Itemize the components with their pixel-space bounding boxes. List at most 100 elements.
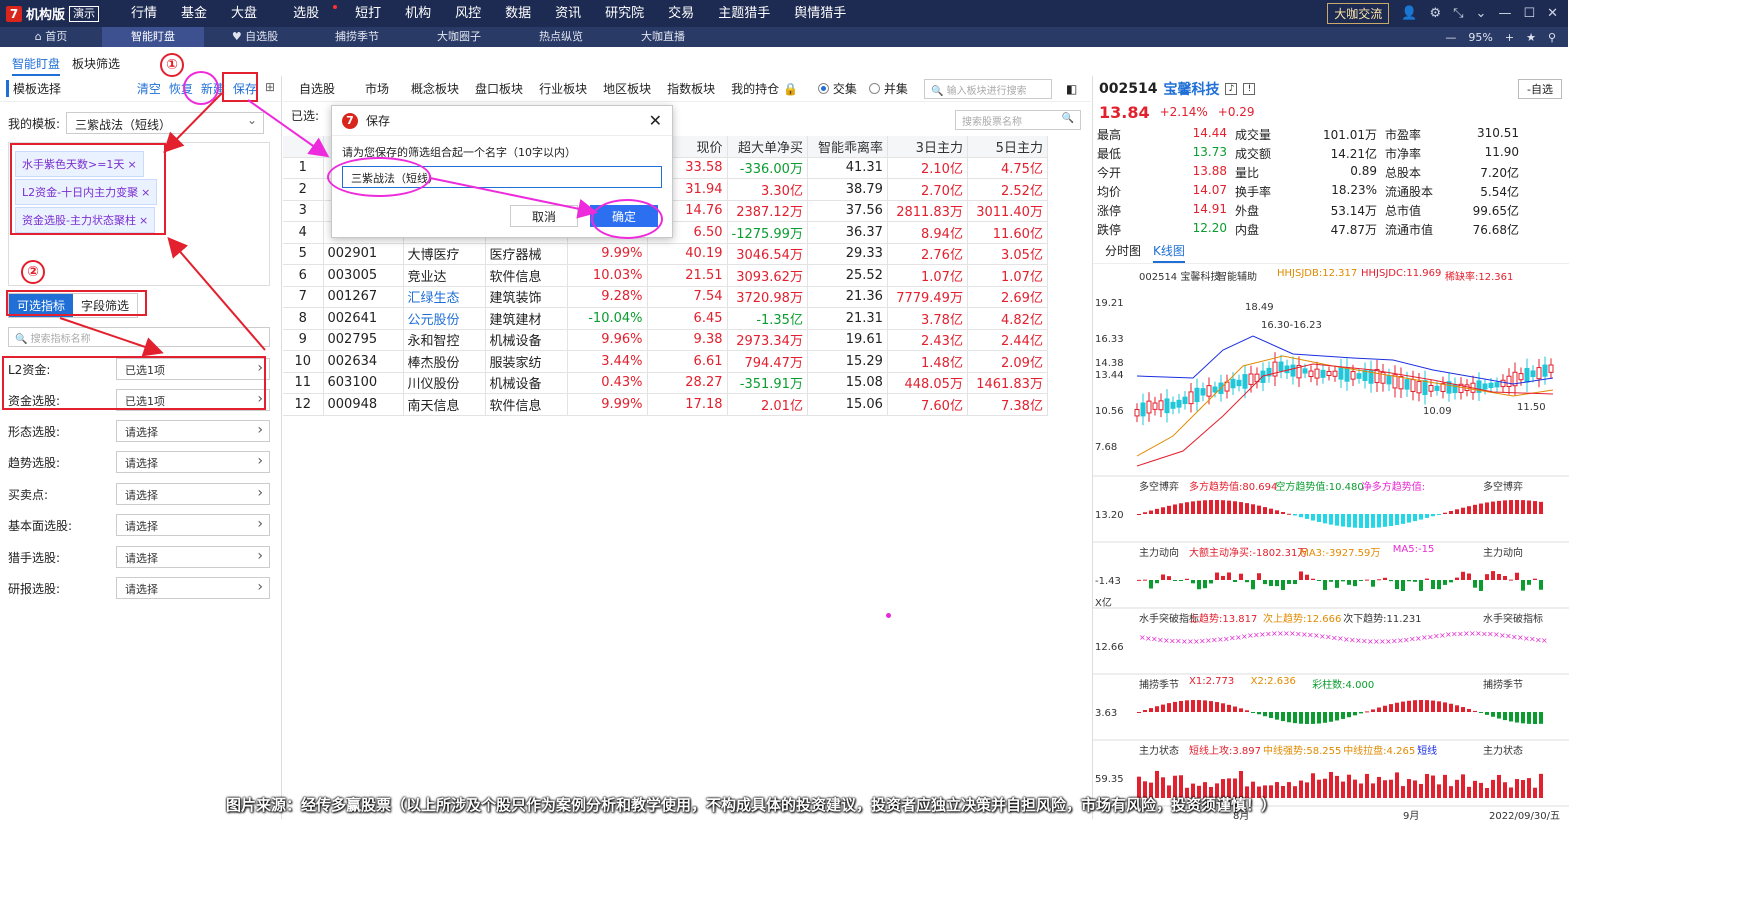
menu-item-xuangu[interactable]: 选股 (269, 0, 343, 27)
template-select[interactable]: 三紫战法（短线） (66, 112, 265, 134)
filter-select[interactable]: 请选择 (116, 420, 270, 442)
tab-handicap[interactable]: 盘口板块 (467, 80, 531, 97)
star-icon[interactable]: ★ (1526, 31, 1536, 44)
remove-icon[interactable]: × (127, 158, 136, 171)
table-row[interactable]: 10 002634 棒杰股份 服装家纺 3.44% 6.61 794.47万 15.29 1.4… (283, 350, 1048, 373)
template-name-input[interactable]: 三紫战法（短线） (342, 166, 662, 188)
info-icon[interactable]: ! (1243, 83, 1256, 95)
indicator-search-input[interactable]: 🔍 搜索指标名称 (8, 327, 270, 347)
confirm-button[interactable]: 确定 (590, 205, 658, 227)
col-header-bignet[interactable]: 超大单净买 (727, 136, 808, 158)
menu-item[interactable]: 交易 (656, 0, 706, 27)
tab-industry[interactable]: 行业板块 (531, 80, 595, 97)
condition-chip[interactable]: L2资金-十日内主力变聚 × (15, 179, 158, 205)
menu-item[interactable]: 短打 (343, 0, 393, 27)
tab-intraday[interactable]: 分时图 (1105, 242, 1141, 263)
chip-label: 水手紫色天数>=1天 (22, 158, 125, 171)
layout-toggle-icon[interactable]: ◧ (1066, 82, 1077, 96)
subtab-fishing-season[interactable]: 捕捞季节 (306, 27, 408, 47)
col-header-3d[interactable]: 3日主力 (887, 136, 968, 158)
cancel-button[interactable]: 取消 (510, 205, 578, 227)
condition-chip[interactable]: 水手紫色天数>=1天 × (15, 151, 144, 177)
zoom-in-icon[interactable]: + (1505, 31, 1514, 44)
tab-block-filter[interactable]: 板块筛选 (72, 54, 120, 76)
new-button[interactable]: 新建 (201, 80, 225, 97)
bell-icon[interactable]: ♪ (1225, 83, 1238, 95)
tab-concept[interactable]: 概念板块 (403, 80, 467, 97)
menu-item[interactable]: 主题猎手 (706, 0, 782, 27)
remove-icon[interactable]: × (139, 214, 148, 227)
table-row[interactable]: 12 000948 南天信息 软件信息 9.99% 17.18 2.01亿 15.06 7.60… (283, 393, 1048, 416)
tab-region[interactable]: 地区板块 (595, 80, 659, 97)
tab-available-indicators[interactable]: 可选指标 (9, 294, 74, 317)
chevron-down-icon[interactable]: ⌄ (1476, 6, 1487, 21)
menu-item[interactable]: 基金 (169, 0, 219, 27)
tab-market[interactable]: 市场 (357, 80, 397, 97)
tab-holdings[interactable]: 我的持仓 🔒 (723, 80, 806, 97)
menu-item[interactable]: 研究院 (593, 0, 656, 27)
menu-item[interactable]: 大盘 (219, 0, 269, 27)
menu-item[interactable]: 舆情猎手 (782, 0, 858, 27)
radio-union[interactable]: 并集 (868, 80, 908, 97)
clear-button[interactable]: 清空 (137, 80, 161, 97)
dk-exchange-button[interactable]: 大咖交流 (1327, 3, 1390, 24)
subtab-watchlist[interactable]: ♥ 自选股 (204, 27, 306, 47)
save-button[interactable]: 保存 (233, 80, 257, 97)
filter-select[interactable]: 请选择 (116, 451, 270, 473)
close-icon[interactable]: ✕ (1547, 6, 1558, 21)
shrink-icon[interactable]: ⤡ (1453, 6, 1463, 21)
minimize-icon[interactable]: — (1498, 6, 1511, 21)
indicator-bar (1251, 504, 1255, 514)
menu-item[interactable]: 行情 (119, 0, 169, 27)
subtab-dk-circle[interactable]: 大咖圈子 (408, 27, 510, 47)
filter-row-trend: 趋势选股: 请选择 (8, 450, 270, 474)
indicator-bar (1419, 783, 1423, 798)
tab-smart-monitor[interactable]: 智能盯盘 (12, 54, 61, 76)
tab-watchlist[interactable]: 自选股 (291, 80, 343, 97)
col-header-5d[interactable]: 5日主力 (967, 136, 1048, 158)
settings-icon[interactable]: ⚙ (1429, 6, 1441, 21)
menu-item[interactable]: 资讯 (543, 0, 593, 27)
indicator-bar (1353, 779, 1357, 798)
stock-search-input[interactable]: 搜索股票名称 🔍 (955, 110, 1081, 130)
maximize-icon[interactable]: ☐ (1523, 6, 1535, 21)
filter-select[interactable]: 请选择 (116, 577, 270, 599)
filter-select[interactable]: 请选择 (116, 483, 270, 505)
condition-chip[interactable]: 资金选股-主力状态聚柱 × (15, 207, 156, 233)
stock-name[interactable]: 宝馨科技 (1163, 79, 1219, 99)
filter-select[interactable]: 已选1项 (116, 389, 270, 411)
tab-index[interactable]: 指数板块 (659, 80, 723, 97)
table-row[interactable]: 9 002795 永和智控 机械设备 9.96% 9.38 2973.34万 19.61 2.4… (283, 329, 1048, 351)
table-row[interactable]: 7 001267 汇绿生态 建筑装饰 9.28% 7.54 3720.98万 21.36 777… (283, 286, 1048, 308)
remove-watchlist-button[interactable]: -自选 (1518, 79, 1562, 99)
export-icon[interactable]: ⊞ (265, 80, 275, 97)
restore-button[interactable]: 恢复 (169, 80, 193, 97)
table-row[interactable]: 11 603100 川仪股份 机械设备 0.43% 28.27 -351.91万 15.08 4… (283, 372, 1048, 394)
subtab-dk-live[interactable]: 大咖直播 (612, 27, 714, 47)
filter-select[interactable]: 请选择 (116, 546, 270, 568)
block-search-input[interactable]: 🔍 输入板块进行搜索 (923, 78, 1052, 99)
remove-icon[interactable]: × (141, 186, 150, 199)
tab-kline[interactable]: K线图 (1153, 242, 1185, 263)
filter-select[interactable]: 请选择 (116, 514, 270, 536)
tab-field-filter[interactable]: 字段筛选 (73, 294, 137, 317)
table-row[interactable]: 8 002641 公元股份 建筑建材 -10.04% 6.45 -1.35亿 21.31 3.7… (283, 307, 1048, 330)
user-icon[interactable]: 👤 (1401, 6, 1417, 21)
zoom-out-icon[interactable]: — (1445, 31, 1456, 44)
menu-item[interactable]: 机构 (393, 0, 443, 27)
menu-item[interactable]: 风控 (443, 0, 493, 27)
radio-intersection[interactable]: 交集 (817, 80, 857, 97)
subtab-home[interactable]: ⌂ 首页 (0, 27, 102, 47)
col-header-bias[interactable]: 智能乖离率 (807, 136, 888, 158)
table-row[interactable]: 5 002901 大博医疗 医疗器械 9.99% 40.19 3046.54万 29.33 2.… (283, 243, 1048, 265)
candle-body (1386, 375, 1392, 385)
subtab-hot-overview[interactable]: 热点纵览 (510, 27, 612, 47)
close-icon[interactable]: ✕ (649, 111, 662, 130)
row-index: 3 (283, 200, 324, 222)
pin-icon[interactable]: ⚲ (1548, 31, 1556, 44)
menu-item[interactable]: 数据 (493, 0, 543, 27)
subtab-smart-monitor[interactable]: 智能盯盘 (102, 27, 204, 47)
filter-select[interactable]: 已选1项 (116, 358, 270, 380)
table-row[interactable]: 6 003005 竞业达 软件信息 10.03% 21.51 3093.62万 25.52 1.… (283, 264, 1048, 287)
chip-label: 资金选股-主力状态聚柱 (22, 214, 136, 227)
